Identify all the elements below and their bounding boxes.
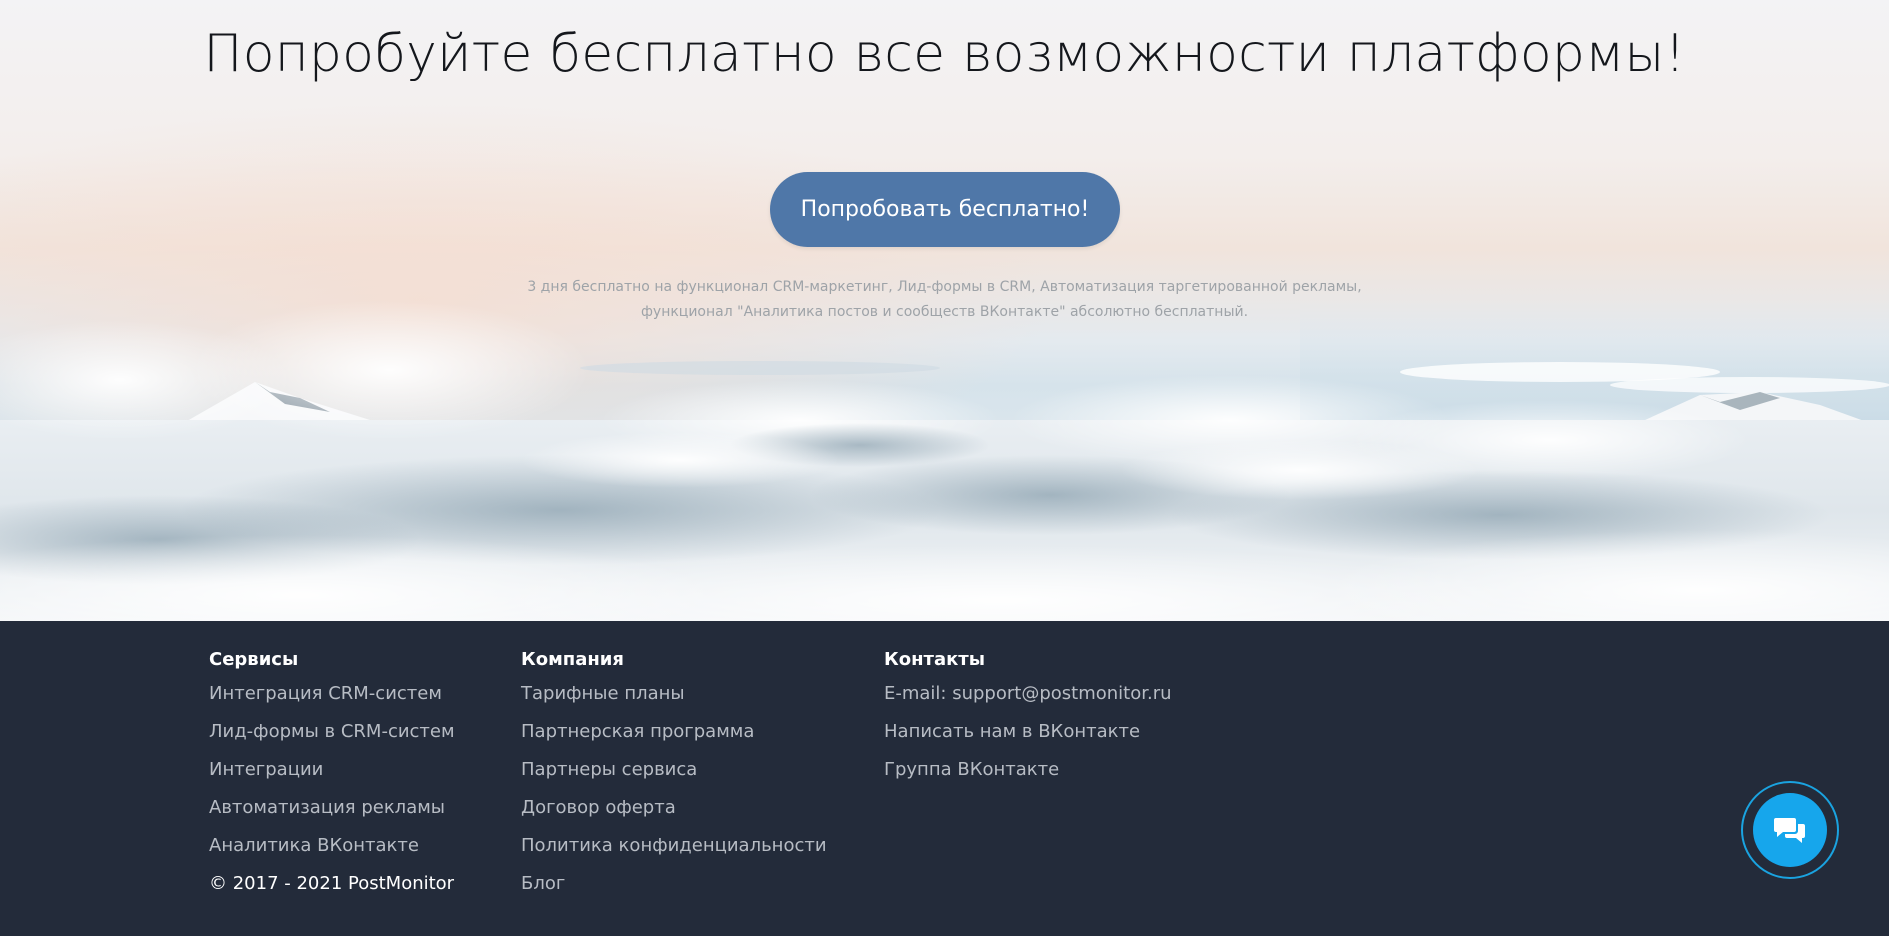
chat-bubbles-icon <box>1774 818 1805 843</box>
trial-description-line: функционал "Аналитика постов и сообществ… <box>640 304 1249 320</box>
footer-column-company: Компания Тарифные планы Партнерская прог… <box>521 645 827 903</box>
hero-section: Попробуйте бесплатно все возможности пла… <box>0 0 1889 621</box>
copyright-text: © 2017 - 2021 PostMonitor <box>209 873 455 894</box>
footer-column-services: Сервисы Интеграция CRM-систем Лид-формы … <box>209 645 455 903</box>
footer-link-email[interactable]: E-mail: support@postmonitor.ru <box>884 675 1172 713</box>
footer-link-partners[interactable]: Партнеры сервиса <box>521 751 827 789</box>
footer-link-ads-automation[interactable]: Автоматизация рекламы <box>209 789 455 827</box>
footer-link-write-vk[interactable]: Написать нам в ВКонтакте <box>884 713 1172 751</box>
footer-column-contacts: Контакты E-mail: support@postmonitor.ru … <box>884 645 1172 789</box>
footer-link-vk-analytics[interactable]: Аналитика ВКонтакте <box>209 827 455 865</box>
try-free-button[interactable]: Попробовать бесплатно! <box>770 172 1120 247</box>
footer-link-crm-integration[interactable]: Интеграция CRM-систем <box>209 675 455 713</box>
footer-link-affiliate-program[interactable]: Партнерская программа <box>521 713 827 751</box>
footer-link-integrations[interactable]: Интеграции <box>209 751 455 789</box>
footer-link-lead-forms[interactable]: Лид-формы в CRM-систем <box>209 713 455 751</box>
trial-description: 3 дня бесплатно на функционал CRM-маркет… <box>0 275 1889 325</box>
footer-heading-services: Сервисы <box>209 649 299 670</box>
trial-description-line: 3 дня бесплатно на функционал CRM-маркет… <box>527 279 1362 295</box>
footer-link-offer-agreement[interactable]: Договор оферта <box>521 789 827 827</box>
chat-widget-inner[interactable] <box>1753 793 1827 867</box>
site-footer: Сервисы Интеграция CRM-систем Лид-формы … <box>0 621 1889 936</box>
footer-link-pricing[interactable]: Тарифные планы <box>521 675 827 713</box>
footer-heading-contacts: Контакты <box>884 649 986 670</box>
hero-title: Попробуйте бесплатно все возможности пла… <box>203 24 1686 84</box>
footer-link-vk-group[interactable]: Группа ВКонтакте <box>884 751 1172 789</box>
footer-heading-company: Компания <box>521 649 624 670</box>
chat-widget-button[interactable] <box>1741 781 1839 879</box>
footer-link-blog[interactable]: Блог <box>521 865 827 903</box>
footer-link-privacy-policy[interactable]: Политика конфиденциальности <box>521 827 827 865</box>
